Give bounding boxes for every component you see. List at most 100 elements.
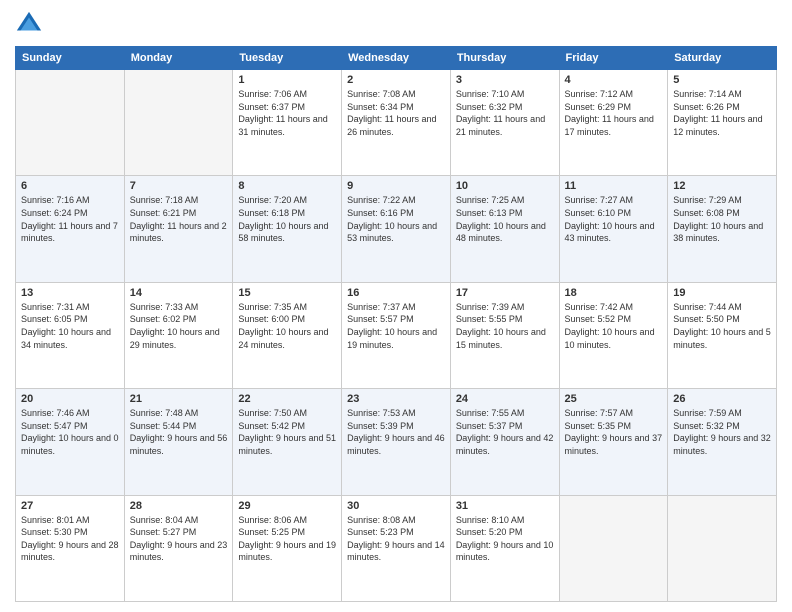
day-number: 18	[565, 287, 663, 299]
calendar-day-cell: 4Sunrise: 7:12 AMSunset: 6:29 PMDaylight…	[559, 70, 668, 176]
day-number: 12	[673, 180, 771, 192]
calendar-day-cell: 10 Sunrise: 7:25 AMSunset: 6:13 PMDayligh…	[450, 176, 559, 282]
day-number: 22	[238, 393, 336, 405]
calendar-table: SundayMondayTuesdayWednesdayThursdayFrid…	[15, 46, 777, 602]
day-number: 15	[238, 287, 336, 299]
day-of-week-header: Friday	[559, 47, 668, 70]
calendar-day-cell: 15 Sunrise: 7:35 AMSunset: 6:00 PMDayligh…	[233, 282, 342, 388]
day-number: 2	[347, 74, 445, 86]
day-number: 7	[130, 180, 228, 192]
calendar-day-cell: 11Sunrise: 7:27 AMSunset: 6:10 PMDayligh…	[559, 176, 668, 282]
day-info: Sunrise: 7:59 AMSunset: 5:32 PMDaylight:…	[673, 407, 771, 457]
day-number: 26	[673, 393, 771, 405]
calendar-day-cell: 20 Sunrise: 7:46 AMSunset: 5:47 PMDayligh…	[16, 389, 125, 495]
calendar-day-cell: 22 Sunrise: 7:50 AMSunset: 5:42 PMDayligh…	[233, 389, 342, 495]
calendar-day-cell: 8 Sunrise: 7:20 AMSunset: 6:18 PMDaylight…	[233, 176, 342, 282]
day-info: Sunrise: 7:57 AMSunset: 5:35 PMDaylight:…	[565, 407, 663, 457]
calendar-day-cell: 28 Sunrise: 8:04 AMSunset: 5:27 PMDayligh…	[124, 495, 233, 601]
day-info: Sunrise: 7:39 AMSunset: 5:55 PMDaylight:…	[456, 301, 554, 351]
day-number: 17	[456, 287, 554, 299]
day-number: 23	[347, 393, 445, 405]
calendar-week-row: 6Sunrise: 7:16 AMSunset: 6:24 PMDaylight…	[16, 176, 777, 282]
day-number: 29	[238, 500, 336, 512]
day-info: Sunrise: 7:46 AMSunset: 5:47 PMDaylight:…	[21, 407, 119, 457]
day-info: Sunrise: 7:35 AMSunset: 6:00 PMDaylight:…	[238, 301, 336, 351]
calendar-day-cell: 19Sunrise: 7:44 AMSunset: 5:50 PMDayligh…	[668, 282, 777, 388]
calendar-week-row: 20 Sunrise: 7:46 AMSunset: 5:47 PMDayligh…	[16, 389, 777, 495]
calendar-day-cell: 9 Sunrise: 7:22 AMSunset: 6:16 PMDaylight…	[342, 176, 451, 282]
day-info: Sunrise: 7:20 AMSunset: 6:18 PMDaylight:…	[238, 194, 336, 244]
calendar-day-cell: 23 Sunrise: 7:53 AMSunset: 5:39 PMDayligh…	[342, 389, 451, 495]
day-number: 19	[673, 287, 771, 299]
day-of-week-header: Tuesday	[233, 47, 342, 70]
calendar-day-cell: 26 Sunrise: 7:59 AMSunset: 5:32 PMDayligh…	[668, 389, 777, 495]
day-number: 30	[347, 500, 445, 512]
calendar-day-cell	[559, 495, 668, 601]
calendar-day-cell: 31 Sunrise: 8:10 AMSunset: 5:20 PMDayligh…	[450, 495, 559, 601]
day-number: 10	[456, 180, 554, 192]
day-number: 3	[456, 74, 554, 86]
day-info: Sunrise: 7:25 AMSunset: 6:13 PMDaylight:…	[456, 194, 554, 244]
calendar-day-cell: 3 Sunrise: 7:10 AMSunset: 6:32 PMDaylight…	[450, 70, 559, 176]
day-number: 27	[21, 500, 119, 512]
calendar-day-cell: 7 Sunrise: 7:18 AMSunset: 6:21 PMDaylight…	[124, 176, 233, 282]
day-number: 20	[21, 393, 119, 405]
calendar-day-cell: 2Sunrise: 7:08 AMSunset: 6:34 PMDaylight…	[342, 70, 451, 176]
day-of-week-header: Saturday	[668, 47, 777, 70]
day-info: Sunrise: 7:42 AMSunset: 5:52 PMDaylight:…	[565, 301, 663, 351]
day-info: Sunrise: 8:06 AMSunset: 5:25 PMDaylight:…	[238, 514, 336, 564]
day-info: Sunrise: 7:22 AMSunset: 6:16 PMDaylight:…	[347, 194, 445, 244]
header	[15, 10, 777, 38]
calendar-day-cell: 17 Sunrise: 7:39 AMSunset: 5:55 PMDayligh…	[450, 282, 559, 388]
day-info: Sunrise: 8:10 AMSunset: 5:20 PMDaylight:…	[456, 514, 554, 564]
day-of-week-header: Monday	[124, 47, 233, 70]
day-of-week-header: Wednesday	[342, 47, 451, 70]
calendar-week-row: 13Sunrise: 7:31 AMSunset: 6:05 PMDayligh…	[16, 282, 777, 388]
day-info: Sunrise: 7:06 AMSunset: 6:37 PMDaylight:…	[238, 88, 336, 138]
day-info: Sunrise: 7:10 AMSunset: 6:32 PMDaylight:…	[456, 88, 554, 138]
day-number: 9	[347, 180, 445, 192]
day-info: Sunrise: 7:18 AMSunset: 6:21 PMDaylight:…	[130, 194, 228, 244]
day-info: Sunrise: 7:37 AMSunset: 5:57 PMDaylight:…	[347, 301, 445, 351]
day-info: Sunrise: 8:08 AMSunset: 5:23 PMDaylight:…	[347, 514, 445, 564]
calendar-day-cell: 6Sunrise: 7:16 AMSunset: 6:24 PMDaylight…	[16, 176, 125, 282]
day-number: 14	[130, 287, 228, 299]
day-info: Sunrise: 7:50 AMSunset: 5:42 PMDaylight:…	[238, 407, 336, 457]
calendar-day-cell: 25 Sunrise: 7:57 AMSunset: 5:35 PMDayligh…	[559, 389, 668, 495]
day-number: 16	[347, 287, 445, 299]
calendar-day-cell	[16, 70, 125, 176]
day-number: 8	[238, 180, 336, 192]
calendar-day-cell: 18 Sunrise: 7:42 AMSunset: 5:52 PMDayligh…	[559, 282, 668, 388]
day-info: Sunrise: 8:04 AMSunset: 5:27 PMDaylight:…	[130, 514, 228, 564]
day-number: 25	[565, 393, 663, 405]
day-info: Sunrise: 7:31 AMSunset: 6:05 PMDaylight:…	[21, 301, 119, 351]
day-info: Sunrise: 8:01 AMSunset: 5:30 PMDaylight:…	[21, 514, 119, 564]
calendar-day-cell: 24 Sunrise: 7:55 AMSunset: 5:37 PMDayligh…	[450, 389, 559, 495]
day-info: Sunrise: 7:33 AMSunset: 6:02 PMDaylight:…	[130, 301, 228, 351]
logo-icon	[15, 10, 43, 38]
page: SundayMondayTuesdayWednesdayThursdayFrid…	[0, 0, 792, 612]
day-info: Sunrise: 7:12 AMSunset: 6:29 PMDaylight:…	[565, 88, 663, 138]
calendar-header-row: SundayMondayTuesdayWednesdayThursdayFrid…	[16, 47, 777, 70]
day-info: Sunrise: 7:29 AMSunset: 6:08 PMDaylight:…	[673, 194, 771, 244]
calendar-day-cell: 12 Sunrise: 7:29 AMSunset: 6:08 PMDayligh…	[668, 176, 777, 282]
day-info: Sunrise: 7:16 AMSunset: 6:24 PMDaylight:…	[21, 194, 119, 244]
day-info: Sunrise: 7:14 AMSunset: 6:26 PMDaylight:…	[673, 88, 771, 138]
calendar-day-cell: 21Sunrise: 7:48 AMSunset: 5:44 PMDayligh…	[124, 389, 233, 495]
calendar-day-cell: 13Sunrise: 7:31 AMSunset: 6:05 PMDayligh…	[16, 282, 125, 388]
day-of-week-header: Sunday	[16, 47, 125, 70]
logo	[15, 10, 47, 38]
calendar-week-row: 27 Sunrise: 8:01 AMSunset: 5:30 PMDayligh…	[16, 495, 777, 601]
day-number: 11	[565, 180, 663, 192]
day-info: Sunrise: 7:55 AMSunset: 5:37 PMDaylight:…	[456, 407, 554, 457]
calendar-day-cell: 16 Sunrise: 7:37 AMSunset: 5:57 PMDayligh…	[342, 282, 451, 388]
day-number: 21	[130, 393, 228, 405]
calendar-day-cell: 29 Sunrise: 8:06 AMSunset: 5:25 PMDayligh…	[233, 495, 342, 601]
day-of-week-header: Thursday	[450, 47, 559, 70]
calendar-day-cell	[668, 495, 777, 601]
day-number: 31	[456, 500, 554, 512]
day-info: Sunrise: 7:53 AMSunset: 5:39 PMDaylight:…	[347, 407, 445, 457]
day-number: 24	[456, 393, 554, 405]
day-number: 28	[130, 500, 228, 512]
calendar-week-row: 1Sunrise: 7:06 AMSunset: 6:37 PMDaylight…	[16, 70, 777, 176]
